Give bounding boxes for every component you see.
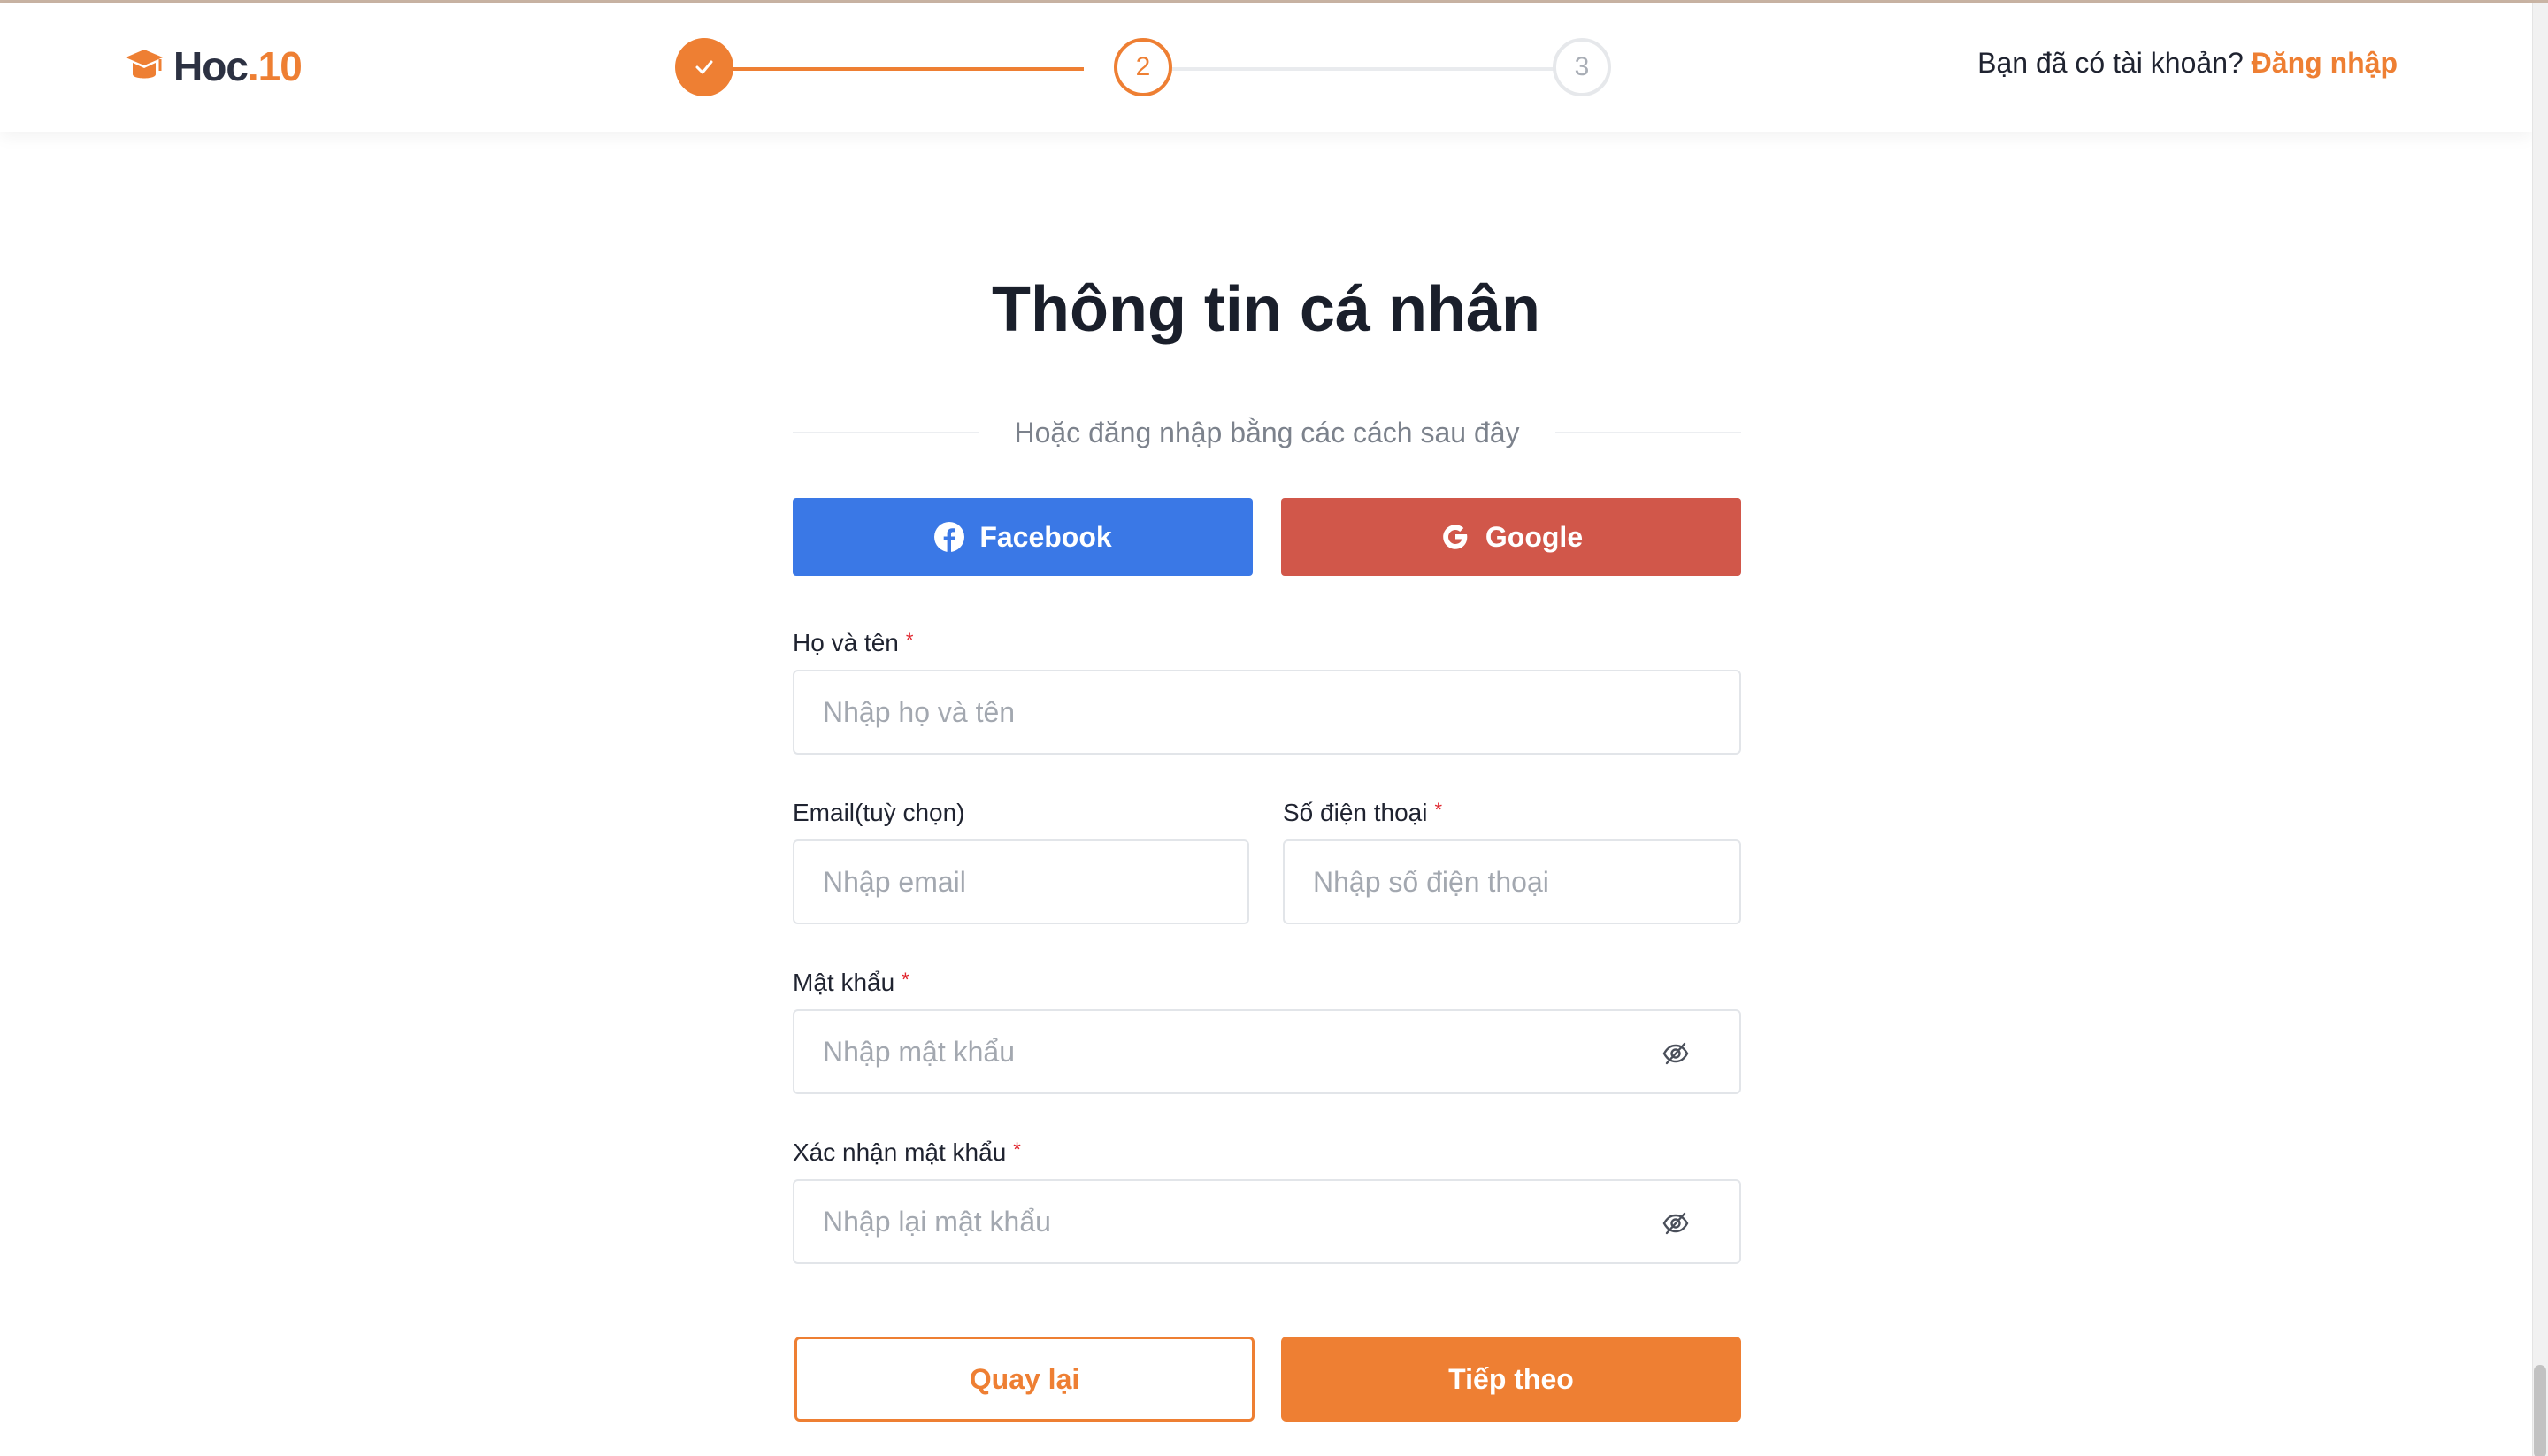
divider-text: Hoặc đăng nhập bằng các cách sau đây bbox=[1014, 416, 1520, 448]
email-label: Email(tuỳ chọn) bbox=[793, 799, 965, 827]
email-label-text: Email(tuỳ chọn) bbox=[793, 799, 965, 826]
confirm-password-input[interactable] bbox=[794, 1181, 1739, 1262]
progress-stepper: 2 3 bbox=[675, 38, 1611, 96]
next-button[interactable]: Tiếp theo bbox=[1281, 1337, 1741, 1422]
login-prompt-text: Bạn đã có tài khoản? bbox=[1977, 47, 2244, 79]
google-icon bbox=[1443, 525, 1468, 549]
social-divider: Hoặc đăng nhập bằng các cách sau đây bbox=[793, 415, 1742, 450]
facebook-icon bbox=[934, 522, 965, 552]
eye-off-icon[interactable] bbox=[1662, 1039, 1690, 1068]
step-2-active: 2 bbox=[1114, 38, 1172, 96]
fullname-label-text: Họ và tên bbox=[793, 629, 899, 656]
google-login-button[interactable]: Google bbox=[1281, 498, 1741, 576]
step-connector-todo bbox=[1142, 67, 1554, 71]
scrollbar-thumb[interactable] bbox=[2534, 1365, 2546, 1456]
logo-text: Hoc.10 bbox=[173, 43, 303, 89]
password-label-text: Mật khẩu bbox=[793, 969, 895, 996]
graduation-cap-icon bbox=[126, 50, 163, 79]
fullname-input[interactable] bbox=[794, 671, 1739, 753]
phone-label: Số điện thoại * bbox=[1283, 799, 1442, 827]
email-input[interactable] bbox=[794, 841, 1247, 923]
required-mark: * bbox=[1434, 799, 1443, 821]
phone-field bbox=[1283, 839, 1741, 924]
step-connector-done bbox=[733, 67, 1084, 71]
top-header: Hoc.10 2 3 Bạn đã có tài khoản? Đăng nhậ… bbox=[0, 3, 2532, 132]
step-1-completed bbox=[675, 38, 733, 96]
page-title: Thông tin cá nhân bbox=[992, 274, 1540, 345]
required-mark: * bbox=[902, 969, 909, 991]
divider-line-left bbox=[793, 432, 979, 433]
confirm-password-field bbox=[793, 1179, 1741, 1264]
login-prompt: Bạn đã có tài khoản? Đăng nhập bbox=[1977, 47, 2398, 80]
fullname-field bbox=[793, 670, 1741, 755]
google-label: Google bbox=[1485, 520, 1584, 553]
logo[interactable]: Hoc.10 bbox=[122, 42, 303, 91]
fullname-label: Họ và tên * bbox=[793, 629, 913, 657]
scrollbar-track[interactable] bbox=[2532, 3, 2548, 1456]
password-label: Mật khẩu * bbox=[793, 969, 909, 997]
phone-label-text: Số điện thoại bbox=[1283, 799, 1428, 826]
facebook-label: Facebook bbox=[979, 520, 1112, 553]
confirm-password-label-text: Xác nhận mật khẩu bbox=[793, 1138, 1007, 1166]
facebook-login-button[interactable]: Facebook bbox=[793, 498, 1253, 576]
phone-input[interactable] bbox=[1285, 841, 1739, 923]
required-mark: * bbox=[905, 629, 914, 651]
back-button[interactable]: Quay lại bbox=[794, 1337, 1255, 1422]
confirm-password-label: Xác nhận mật khẩu * bbox=[793, 1138, 1021, 1167]
password-field bbox=[793, 1009, 1741, 1094]
email-field bbox=[793, 839, 1249, 924]
check-icon bbox=[695, 60, 713, 74]
required-mark: * bbox=[1013, 1138, 1021, 1161]
step-3-pending: 3 bbox=[1553, 38, 1611, 96]
password-input[interactable] bbox=[794, 1011, 1739, 1092]
divider-line-right bbox=[1554, 432, 1742, 433]
login-link[interactable]: Đăng nhập bbox=[2252, 47, 2398, 79]
eye-off-icon[interactable] bbox=[1662, 1209, 1690, 1238]
